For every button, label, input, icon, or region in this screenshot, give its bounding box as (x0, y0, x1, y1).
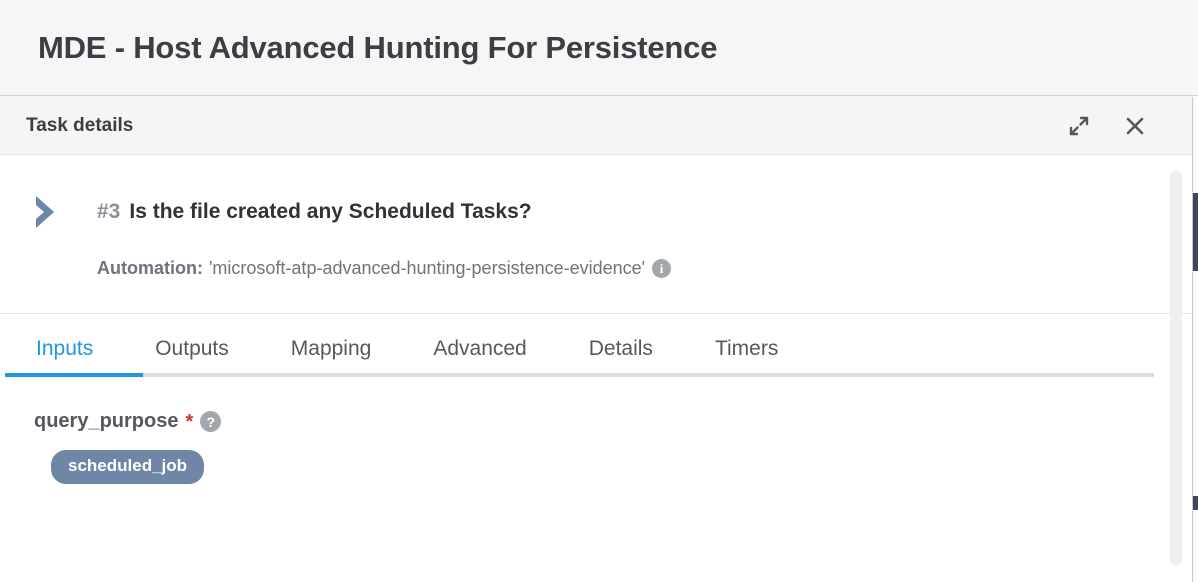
task-question: Is the file created any Scheduled Tasks? (129, 200, 532, 223)
field-label: query_purpose (34, 410, 179, 432)
field-query-purpose-label-row: query_purpose * ? (34, 410, 1192, 433)
tab-active-indicator (5, 373, 143, 377)
value-chip[interactable]: scheduled_job (51, 450, 205, 484)
tab-advanced[interactable]: Advanced (402, 338, 557, 377)
tab-details[interactable]: Details (558, 338, 684, 377)
modal-title: Task details (26, 114, 134, 136)
inputs-form: query_purpose * ? scheduled_job (0, 377, 1192, 484)
task-header-section: #3 Is the file created any Scheduled Tas… (0, 155, 1192, 279)
page-title-bar: MDE - Host Advanced Hunting For Persiste… (0, 0, 1198, 96)
tab-mapping[interactable]: Mapping (260, 338, 403, 377)
required-indicator: * (185, 410, 194, 433)
tab-timers[interactable]: Timers (684, 338, 809, 377)
info-icon[interactable]: i (652, 259, 672, 278)
modal-right-edge-line (1192, 97, 1193, 582)
task-title-row: #3 Is the file created any Scheduled Tas… (0, 191, 1192, 233)
task-details-modal: Task details #3 Is the file created any … (0, 97, 1192, 582)
expand-diagonal-icon[interactable] (1064, 111, 1094, 141)
automation-label: Automation: (97, 258, 203, 278)
close-icon[interactable] (1120, 111, 1150, 141)
automation-row: Automation: 'microsoft-atp-advanced-hunt… (0, 258, 1192, 279)
modal-body: #3 Is the file created any Scheduled Tas… (0, 155, 1192, 581)
help-circle-icon[interactable]: ? (200, 411, 222, 432)
modal-scrollbar[interactable] (1170, 171, 1182, 565)
automation-value: 'microsoft-atp-advanced-hunting-persiste… (208, 258, 646, 278)
tab-outputs[interactable]: Outputs (124, 338, 260, 377)
page-title: MDE - Host Advanced Hunting For Persiste… (38, 29, 718, 65)
tab-inputs[interactable]: Inputs (5, 338, 124, 377)
chevron-right-icon (30, 191, 70, 233)
field-query-purpose-value-row: scheduled_job (34, 450, 1192, 484)
modal-header: Task details (0, 97, 1192, 155)
task-number: #3 (97, 200, 121, 223)
tab-bar: Inputs Outputs Mapping Advanced Details … (0, 314, 1192, 377)
modal-header-actions (1064, 111, 1150, 141)
tab-underline-track (5, 373, 1154, 377)
